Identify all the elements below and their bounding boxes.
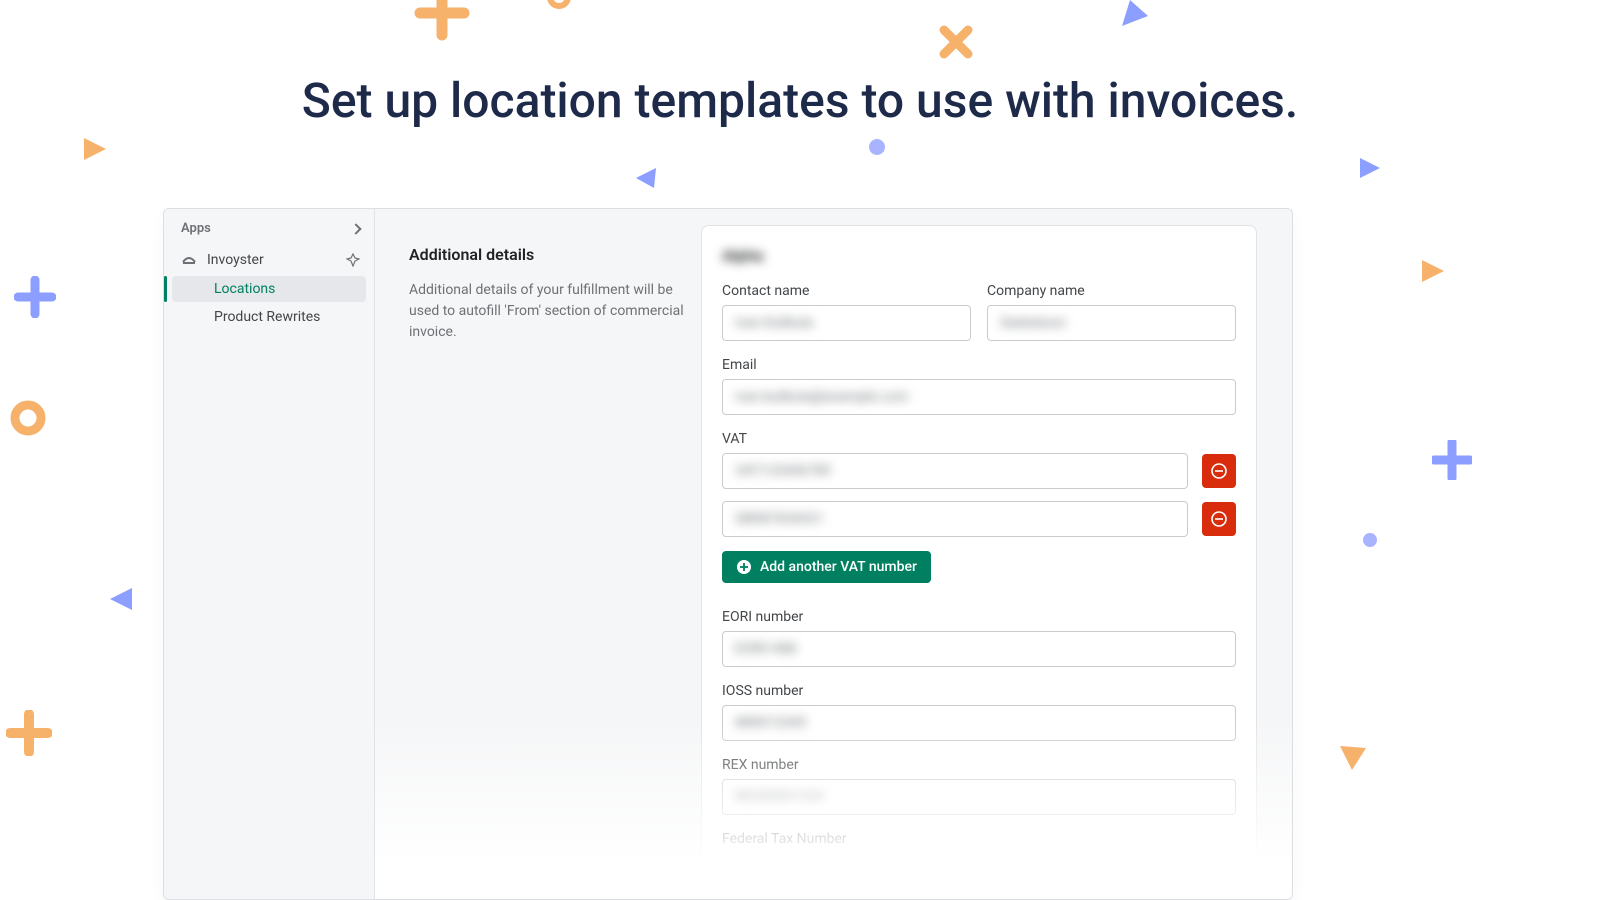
email-label: Email bbox=[722, 357, 1236, 373]
deco-dot-icon bbox=[1362, 532, 1378, 548]
app-icon bbox=[181, 252, 197, 268]
deco-triangle-icon bbox=[1118, 0, 1152, 32]
add-vat-label: Add another VAT number bbox=[760, 559, 917, 575]
eori-field: EORI number EORI1488 bbox=[722, 609, 1236, 667]
sidebar-app-invoyster[interactable]: Invoyster bbox=[164, 246, 374, 274]
federal-tax-field: Federal Tax Number bbox=[722, 831, 1236, 847]
deco-plus-icon bbox=[14, 276, 56, 318]
federal-tax-label: Federal Tax Number bbox=[722, 831, 1236, 847]
deco-triangle-icon bbox=[108, 586, 134, 612]
sidebar-item-label: Locations bbox=[214, 281, 275, 297]
eori-input[interactable]: EORI1488 bbox=[722, 631, 1236, 667]
vat-input[interactable]: VAT123456789 bbox=[722, 453, 1188, 489]
rex-input[interactable]: REX00001234 bbox=[722, 779, 1236, 815]
vat-label: VAT bbox=[722, 431, 1236, 447]
eori-label: EORI number bbox=[722, 609, 1236, 625]
remove-vat-button[interactable] bbox=[1202, 454, 1236, 488]
pin-icon[interactable] bbox=[346, 253, 360, 267]
app-window: Apps Invoyster Locations Product Rewrite… bbox=[163, 208, 1293, 900]
deco-triangle-icon bbox=[632, 164, 660, 192]
deco-triangle-icon bbox=[82, 136, 108, 162]
sidebar-item-locations[interactable]: Locations bbox=[172, 276, 366, 302]
contact-name-label: Contact name bbox=[722, 283, 971, 299]
sidebar-item-product-rewrites[interactable]: Product Rewrites bbox=[172, 304, 366, 330]
deco-triangle-icon bbox=[1420, 258, 1446, 284]
add-vat-button[interactable]: Add another VAT number bbox=[722, 551, 931, 583]
email-field: Email ivan.kulikula@example.com bbox=[722, 357, 1236, 415]
card-title: Alpha bbox=[722, 246, 1236, 265]
ioss-field: IOSS number IM0012345 bbox=[722, 683, 1236, 741]
sidebar: Apps Invoyster Locations Product Rewrite… bbox=[164, 209, 375, 899]
sidebar-app-label: Invoyster bbox=[207, 252, 264, 268]
contact-name-input[interactable]: Ivan Kulikula bbox=[722, 305, 971, 341]
section-title: Additional details bbox=[409, 245, 689, 264]
sidebar-apps-header[interactable]: Apps bbox=[164, 209, 374, 246]
description-column: Additional details Additional details of… bbox=[409, 245, 689, 343]
remove-vat-button[interactable] bbox=[1202, 502, 1236, 536]
deco-plus-icon bbox=[414, 0, 470, 41]
sidebar-item-label: Product Rewrites bbox=[214, 309, 320, 325]
deco-plus-icon bbox=[1432, 440, 1472, 480]
sidebar-apps-label: Apps bbox=[181, 221, 211, 236]
company-name-field: Company name Saskatoon bbox=[987, 283, 1236, 341]
email-input[interactable]: ivan.kulikula@example.com bbox=[722, 379, 1236, 415]
deco-triangle-icon bbox=[1338, 744, 1368, 774]
vat-section: VAT VAT123456789 GB987654321 Add another… bbox=[722, 431, 1236, 601]
deco-triangle-icon bbox=[1356, 154, 1384, 182]
deco-circle-icon bbox=[8, 398, 48, 438]
rex-label: REX number bbox=[722, 757, 1236, 773]
contact-name-field: Contact name Ivan Kulikula bbox=[722, 283, 971, 341]
vat-input[interactable]: GB987654321 bbox=[722, 501, 1188, 537]
company-name-input[interactable]: Saskatoon bbox=[987, 305, 1236, 341]
content-area: Additional details Additional details of… bbox=[375, 209, 1292, 899]
page-headline: Set up location templates to use with in… bbox=[0, 72, 1600, 129]
minus-circle-icon bbox=[1211, 511, 1227, 527]
location-form-card: Alpha Contact name Ivan Kulikula Company… bbox=[701, 225, 1257, 894]
deco-circle-icon bbox=[546, 0, 572, 10]
deco-plus-icon bbox=[6, 710, 52, 756]
vat-row: GB987654321 bbox=[722, 501, 1236, 537]
chevron-right-icon bbox=[350, 223, 361, 234]
minus-circle-icon bbox=[1211, 463, 1227, 479]
plus-circle-icon bbox=[736, 559, 752, 575]
deco-dot-icon bbox=[868, 138, 886, 156]
company-name-label: Company name bbox=[987, 283, 1236, 299]
ioss-input[interactable]: IM0012345 bbox=[722, 705, 1236, 741]
vat-row: VAT123456789 bbox=[722, 453, 1236, 489]
ioss-label: IOSS number bbox=[722, 683, 1236, 699]
rex-field: REX number REX00001234 bbox=[722, 757, 1236, 815]
section-description: Additional details of your fulfillment w… bbox=[409, 280, 689, 343]
deco-x-icon bbox=[936, 22, 976, 62]
